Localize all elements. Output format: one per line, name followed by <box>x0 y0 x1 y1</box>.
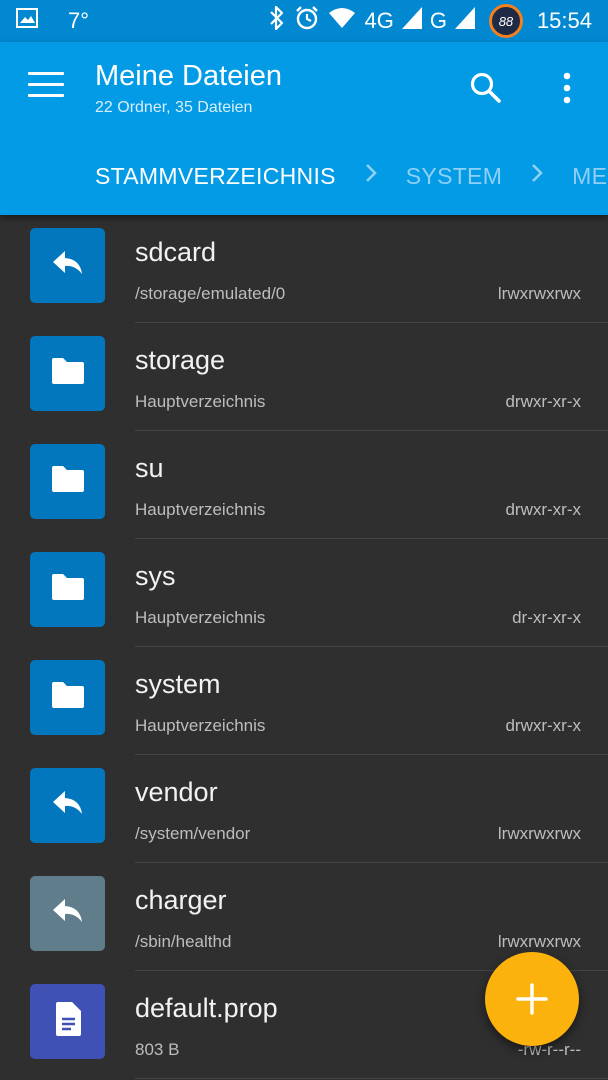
add-fab-button[interactable] <box>485 952 579 1046</box>
file-name: charger <box>135 885 227 915</box>
file-meta: Hauptverzeichnis <box>135 500 266 519</box>
file-name: vendor <box>135 777 218 807</box>
avatar-badge: 88 <box>488 4 523 38</box>
menu-icon[interactable] <box>28 72 64 102</box>
file-name: default.prop <box>135 993 278 1023</box>
file-permissions: lrwxrwxrwx <box>497 284 581 303</box>
folder-icon <box>50 356 86 391</box>
bluetooth-icon <box>268 5 286 37</box>
folder-icon <box>50 680 86 715</box>
alarm-icon <box>294 5 320 37</box>
folder-icon <box>50 572 86 607</box>
file-type-tile <box>30 336 105 411</box>
signal-icon <box>401 7 422 35</box>
file-permissions: dr-xr-xr-x <box>512 608 581 627</box>
symlink-icon <box>51 897 85 930</box>
file-row[interactable]: sdcard/storage/emulated/0 lrwxrwxrwx <box>0 215 608 323</box>
file-permissions: drwxr-xr-x <box>505 716 581 735</box>
symlink-icon <box>51 789 85 822</box>
file-row[interactable]: system Hauptverzeichnis drwxr-xr-x <box>0 647 608 755</box>
file-meta: Hauptverzeichnis <box>135 716 266 735</box>
file-meta: /sbin/healthd <box>135 932 232 951</box>
file-meta: /storage/emulated/0 <box>135 284 286 303</box>
file-list: Hauptverzeichnisdrwxr-x---sdcard/storage… <box>0 120 608 1079</box>
file-name: su <box>135 453 164 483</box>
file-name: sdcard <box>135 237 217 267</box>
breadcrumb-item-root[interactable]: STAMMVERZEICHNIS <box>95 163 336 190</box>
file-permissions: drwxr-xr-x <box>505 392 581 411</box>
file-meta: 803 B <box>135 1040 180 1059</box>
gallery-icon <box>16 8 38 34</box>
file-type-tile <box>30 552 105 627</box>
search-icon[interactable] <box>468 70 504 106</box>
file-type-tile <box>30 660 105 735</box>
page-subtitle: 22 Ordner, 35 Dateien <box>95 99 253 116</box>
file-type-tile <box>30 228 105 303</box>
file-type-tile <box>30 876 105 951</box>
file-type-tile <box>30 768 105 843</box>
divider <box>135 1078 608 1079</box>
more-vert-icon[interactable] <box>552 70 582 106</box>
file-type-tile <box>30 984 105 1059</box>
chevron-right-icon <box>364 162 378 190</box>
file-meta: /system/vendor <box>135 824 251 843</box>
page-title: Meine Dateien <box>95 60 282 92</box>
file-meta: Hauptverzeichnis <box>135 608 266 627</box>
file-row[interactable]: su Hauptverzeichnis drwxr-xr-x <box>0 431 608 539</box>
signal-icon <box>454 7 475 35</box>
chevron-right-icon <box>530 162 544 190</box>
file-type-tile <box>30 444 105 519</box>
clock-text: 15:54 <box>536 8 592 33</box>
file-name: sys <box>135 561 176 591</box>
network-g-label: G <box>429 8 447 33</box>
file-name: storage <box>135 345 226 375</box>
file-row[interactable]: vendor/system/vendor lrwxrwxrwx <box>0 755 608 863</box>
file-permissions: lrwxrwxrwx <box>497 824 581 843</box>
breadcrumb: STAMMVERZEICHNIS SYSTEM MEDI <box>95 160 608 192</box>
temperature-text: 7° <box>68 8 90 33</box>
folder-icon <box>50 464 86 499</box>
file-permissions: lrwxrwxrwx <box>497 932 581 951</box>
add-icon <box>516 983 548 1015</box>
file-row[interactable]: storage Hauptverzeichnis drwxr-xr-x <box>0 323 608 431</box>
file-name: system <box>135 669 221 699</box>
file-row[interactable]: sys Hauptverzeichnis dr-xr-xr-x <box>0 539 608 647</box>
network-4g-label: 4G <box>364 8 394 33</box>
document-icon <box>53 1001 83 1042</box>
breadcrumb-item-media[interactable]: MEDI <box>572 163 608 190</box>
symlink-icon <box>51 249 85 282</box>
file-meta: Hauptverzeichnis <box>135 392 266 411</box>
file-permissions: drwxr-xr-x <box>505 500 581 519</box>
breadcrumb-item-system[interactable]: SYSTEM <box>406 163 502 190</box>
status-bar: 7° 4G G 88 15:54 <box>0 0 608 42</box>
wifi-icon <box>328 7 356 35</box>
app-bar: Meine Dateien 22 Ordner, 35 Dateien STAM… <box>0 42 608 215</box>
